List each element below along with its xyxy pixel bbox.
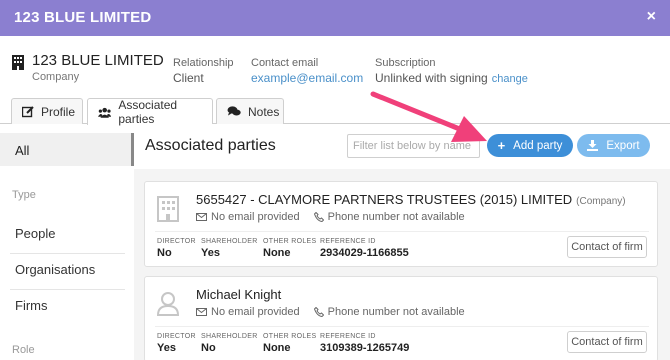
subscription-label: Subscription [375, 57, 436, 69]
edit-icon [22, 105, 34, 117]
person-icon [157, 292, 179, 316]
tab-associated-parties-label: Associated parties [118, 98, 178, 126]
director-field: DIRECTOR Yes [157, 333, 196, 354]
building-icon [157, 196, 179, 222]
filter-input[interactable] [347, 134, 480, 158]
sidebar-heading-role: Role [12, 344, 35, 356]
shareholder-value: No [201, 342, 216, 354]
reference-id-header: REFERENCE ID [320, 333, 376, 340]
page-title: Associated parties [145, 137, 276, 154]
reference-id-header: REFERENCE ID [320, 238, 376, 245]
download-icon [587, 140, 599, 151]
divider [10, 253, 125, 254]
divider [155, 326, 649, 327]
sidebar-heading-type: Type [12, 189, 36, 201]
export-label: Export [606, 139, 640, 152]
add-party-label: Add party [513, 139, 563, 152]
party-name-text: 5655427 - CLAYMORE PARTNERS TRUSTEES (20… [196, 192, 573, 207]
party-type: (Company) [576, 196, 626, 207]
director-value: Yes [157, 342, 176, 354]
phone-icon [313, 307, 324, 317]
envelope-icon [196, 213, 207, 221]
other-roles-field: OTHER ROLES None [263, 333, 316, 354]
shareholder-field: SHAREHOLDER Yes [201, 238, 258, 259]
phone-icon [313, 212, 324, 222]
party-card: 5655427 - CLAYMORE PARTNERS TRUSTEES (20… [144, 181, 658, 267]
other-roles-header: OTHER ROLES [263, 238, 317, 245]
reference-id-value: 2934029-1166855 [320, 247, 409, 259]
sidebar-item-firms[interactable]: Firms [15, 298, 48, 313]
users-icon [98, 107, 112, 118]
party-name: 5655427 - CLAYMORE PARTNERS TRUSTEES (20… [196, 192, 626, 207]
other-roles-field: OTHER ROLES None [263, 238, 316, 259]
divider [10, 289, 125, 290]
subscription-status: Unlinked with signing [375, 71, 488, 85]
party-contact-meta: No email provided Phone number not avail… [196, 211, 465, 223]
party-email: No email provided [211, 211, 300, 223]
reference-id-field: REFERENCE ID 2934029-1166855 [320, 238, 409, 259]
tab-profile-label: Profile [41, 104, 76, 119]
window-titlebar: 123 BLUE LIMITED × [0, 0, 670, 36]
relationship-label: Relationship [173, 57, 234, 69]
contact-of-firm-button[interactable]: Contact of firm [567, 331, 647, 353]
shareholder-value: Yes [201, 247, 220, 259]
tab-notes-label: Notes [248, 104, 280, 119]
reference-id-field: REFERENCE ID 3109389-1265749 [320, 333, 409, 354]
tab-bar: Profile Associated parties Notes [0, 96, 670, 126]
building-icon [12, 55, 24, 70]
party-contact-meta: No email provided Phone number not avail… [196, 306, 465, 318]
party-name: Michael Knight [196, 287, 281, 302]
contact-email-label: Contact email [251, 57, 319, 69]
sidebar-item-organisations[interactable]: Organisations [15, 262, 95, 277]
divider [155, 231, 649, 232]
subscription-value: Unlinked with signing change [375, 71, 528, 85]
main-header: Associated parties + Add party Export [134, 124, 670, 169]
other-roles-value: None [263, 342, 291, 354]
party-card: Michael Knight No email provided Phone n… [144, 276, 658, 360]
director-header: DIRECTOR [157, 333, 196, 340]
director-header: DIRECTOR [157, 238, 196, 245]
main-panel: Associated parties + Add party Export 56… [134, 124, 670, 360]
shareholder-field: SHAREHOLDER No [201, 333, 258, 354]
contact-of-firm-button[interactable]: Contact of firm [567, 236, 647, 258]
contact-email-link[interactable]: example@email.com [251, 71, 363, 85]
sidebar-item-people[interactable]: People [15, 226, 55, 241]
tab-profile[interactable]: Profile [11, 98, 83, 124]
add-party-button[interactable]: + Add party [487, 134, 573, 157]
filter-sidebar: All Type People Organisations Firms Role [0, 133, 134, 360]
relationship-value: Client [173, 71, 204, 85]
tab-associated-parties[interactable]: Associated parties [87, 98, 213, 126]
party-phone: Phone number not available [327, 211, 465, 223]
tab-notes[interactable]: Notes [216, 98, 284, 124]
company-type: Company [32, 71, 80, 83]
chat-icon [227, 106, 241, 116]
other-roles-value: None [263, 247, 291, 259]
window-title: 123 BLUE LIMITED [14, 9, 152, 26]
shareholder-header: SHAREHOLDER [201, 333, 258, 340]
other-roles-header: OTHER ROLES [263, 333, 317, 340]
shareholder-header: SHAREHOLDER [201, 238, 258, 245]
close-icon[interactable]: × [647, 8, 656, 26]
company-name: 123 BLUE LIMITED [32, 52, 164, 69]
subscription-change-link[interactable]: change [492, 73, 528, 85]
party-email: No email provided [211, 306, 300, 318]
director-value: No [157, 247, 172, 259]
reference-id-value: 3109389-1265749 [320, 342, 410, 354]
sidebar-item-all[interactable]: All [0, 133, 134, 166]
party-phone: Phone number not available [327, 306, 465, 318]
company-info: 123 BLUE LIMITED Company Relationship Cl… [0, 36, 670, 96]
envelope-icon [196, 308, 207, 316]
party-name-text: Michael Knight [196, 287, 282, 302]
export-button[interactable]: Export [577, 134, 650, 157]
plus-icon: + [497, 138, 506, 153]
director-field: DIRECTOR No [157, 238, 196, 259]
